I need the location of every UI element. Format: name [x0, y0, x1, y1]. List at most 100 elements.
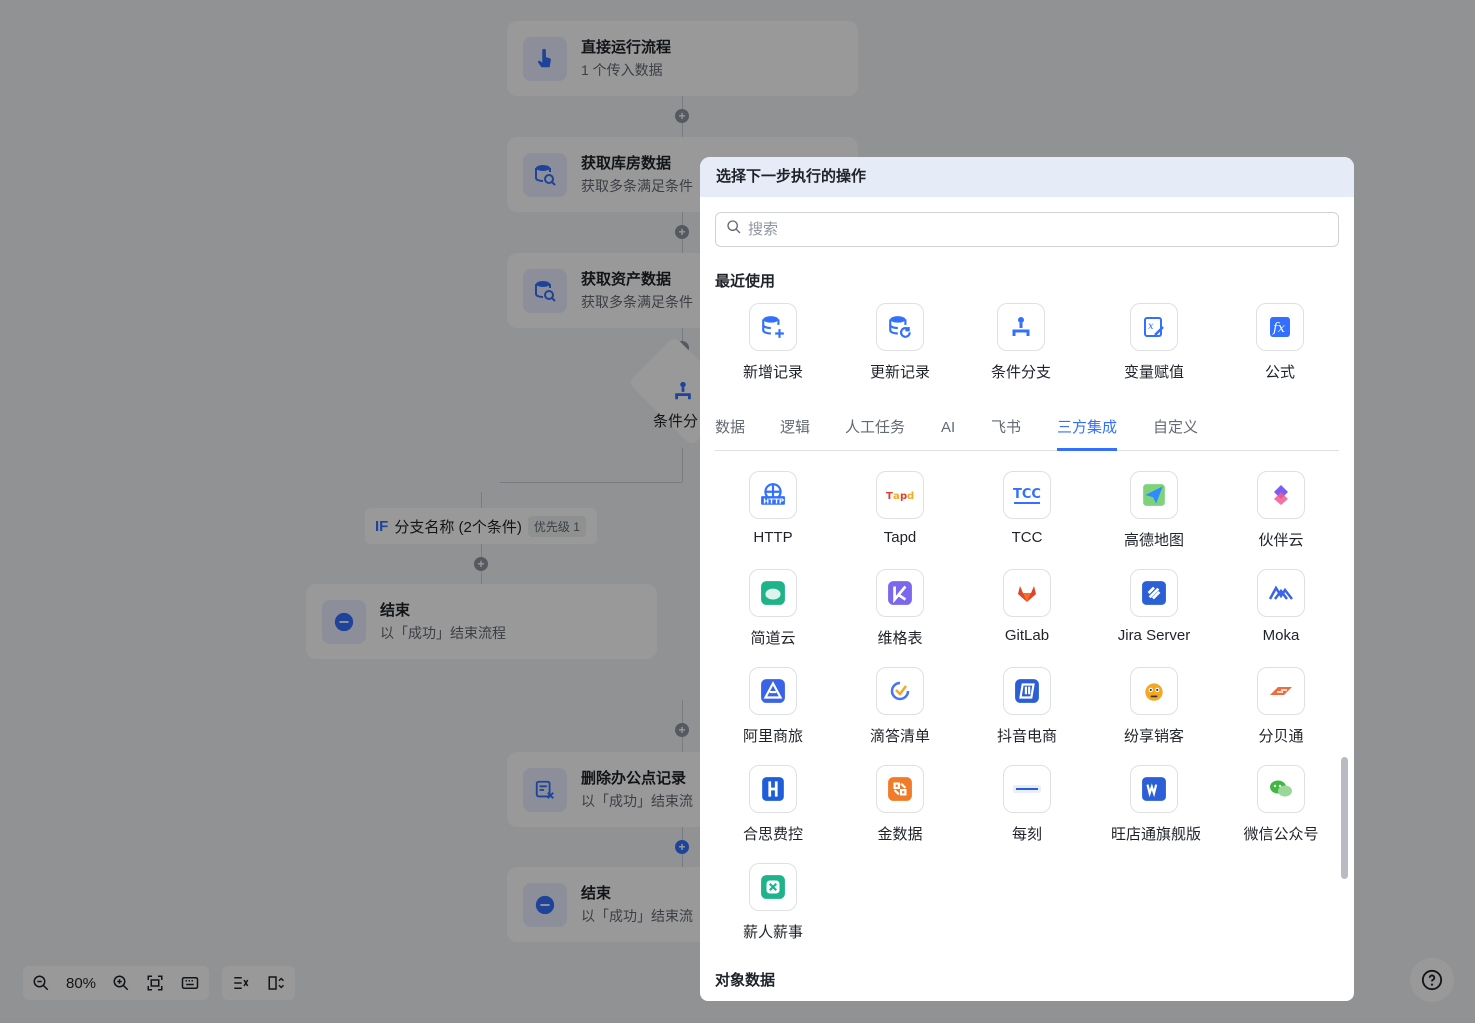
formula-icon: fx	[1256, 303, 1304, 351]
item-label: 高德地图	[1123, 532, 1184, 549]
integration-ticktick[interactable]: 滴答清单	[857, 667, 943, 765]
tab-logic[interactable]: 逻辑	[780, 415, 810, 451]
fenbeitong-icon	[1257, 667, 1305, 715]
panel-scrollbar[interactable]	[1341, 757, 1348, 879]
integration-alibtrip[interactable]: 阿里商旅	[730, 667, 816, 765]
jiandaoyun-icon	[749, 569, 797, 617]
alibtrip-icon	[749, 667, 797, 715]
integration-fenbeitong[interactable]: 分贝通	[1238, 667, 1324, 765]
maycur-icon	[1003, 765, 1051, 813]
integration-jiandaoyun[interactable]: 简道云	[730, 569, 816, 667]
item-label: 合思费控	[742, 826, 803, 843]
item-label: Moka	[1262, 627, 1300, 644]
panel-title: 选择下一步执行的操作	[700, 157, 1354, 197]
tcc-icon: TCC	[1003, 471, 1051, 519]
tab-third-party[interactable]: 三方集成	[1057, 415, 1118, 451]
tab-manual-task[interactable]: 人工任务	[845, 415, 905, 451]
item-label: 金数据	[877, 826, 923, 843]
item-label: 分贝通	[1258, 728, 1304, 745]
integration-tapd[interactable]: Ta p d Tapd	[857, 471, 943, 569]
tab-custom[interactable]: 自定义	[1153, 415, 1198, 451]
recent-update-record[interactable]: 更新记录	[857, 303, 943, 401]
integration-maycur[interactable]: 每刻	[984, 765, 1070, 863]
svg-text:d: d	[907, 491, 914, 502]
tapd-icon: Tapd	[876, 471, 924, 519]
amap-icon	[1130, 471, 1178, 519]
wangdiantong-icon	[1130, 765, 1178, 813]
item-label: 抖音电商	[996, 728, 1057, 745]
tab-ai[interactable]: AI	[941, 415, 955, 451]
item-label: 条件分支	[990, 364, 1051, 381]
douyin-shop-icon	[1003, 667, 1051, 715]
recent-title: 最近使用	[715, 273, 776, 290]
item-label: 简道云	[750, 630, 796, 647]
item-label: 阿里商旅	[742, 728, 803, 745]
update-record-icon	[876, 303, 924, 351]
integration-vika[interactable]: 维格表	[857, 569, 943, 667]
item-label: 伙伴云	[1258, 532, 1304, 549]
item-label: GitLab	[1004, 627, 1050, 644]
item-label: 公式	[1264, 364, 1295, 381]
item-label: 新增记录	[742, 364, 803, 381]
recent-formula[interactable]: fx 公式	[1237, 303, 1323, 401]
integration-douyin-shop[interactable]: 抖音电商	[984, 667, 1070, 765]
hose-icon	[749, 765, 797, 813]
item-label: 每刻	[1011, 826, 1042, 843]
svg-text:fx: fx	[1272, 321, 1286, 336]
jira-icon	[1130, 569, 1178, 617]
svg-text:TCC: TCC	[1013, 487, 1041, 502]
item-label: 薪人薪事	[742, 924, 803, 941]
svg-text:a: a	[893, 491, 900, 502]
branch-icon	[997, 303, 1045, 351]
ticktick-icon	[876, 667, 924, 715]
recent-add-record[interactable]: 新增记录	[730, 303, 816, 401]
item-label: 维格表	[877, 630, 923, 647]
wechat-icon	[1257, 765, 1305, 813]
item-label: TCC	[1011, 529, 1043, 546]
item-label: 旺店通旗舰版	[1111, 826, 1202, 843]
object-data-title: 对象数据	[715, 972, 776, 989]
integration-amap[interactable]: 高德地图	[1111, 471, 1197, 569]
search-icon	[726, 219, 742, 240]
recent-variable-assign[interactable]: x 变量赋值	[1111, 303, 1197, 401]
integration-wangdiantong[interactable]: 旺店通旗舰版	[1111, 765, 1202, 863]
search-input[interactable]	[748, 221, 1308, 238]
add-record-icon	[749, 303, 797, 351]
recent-condition-branch[interactable]: 条件分支	[978, 303, 1064, 401]
item-label: HTTP	[753, 529, 793, 546]
vika-icon	[876, 569, 924, 617]
integration-moka[interactable]: Moka	[1238, 569, 1324, 667]
jinshuju-icon	[876, 765, 924, 813]
integration-xinrenxinshi[interactable]: 薪人薪事	[730, 863, 816, 961]
fxiaoke-icon	[1130, 667, 1178, 715]
gitlab-icon	[1003, 569, 1051, 617]
search-box[interactable]	[715, 212, 1339, 247]
item-label: 变量赋值	[1123, 364, 1184, 381]
variable-icon: x	[1130, 303, 1178, 351]
integration-jira[interactable]: Jira Server	[1111, 569, 1197, 667]
svg-text:HTTP: HTTP	[763, 497, 784, 506]
next-step-panel: 选择下一步执行的操作 最近使用 新增记录 更新记录 条件分支 x 变量赋值 fx	[700, 157, 1354, 1001]
integration-tcc[interactable]: TCC TCC	[984, 471, 1070, 569]
item-label: 纷享销客	[1123, 728, 1184, 745]
tab-feishu[interactable]: 飞书	[991, 415, 1021, 451]
svg-text:T: T	[886, 491, 893, 502]
integration-jinshuju[interactable]: 金数据	[857, 765, 943, 863]
tab-data[interactable]: 数据	[715, 415, 745, 451]
item-label: 微信公众号	[1243, 826, 1319, 843]
moka-icon	[1257, 569, 1305, 617]
integration-wechat[interactable]: 微信公众号	[1238, 765, 1324, 863]
huoban-icon	[1257, 471, 1305, 519]
integration-huoban[interactable]: 伙伴云	[1238, 471, 1324, 569]
integration-gitlab[interactable]: GitLab	[984, 569, 1070, 667]
integration-fxiaoke[interactable]: 纷享销客	[1111, 667, 1197, 765]
item-label: Tapd	[883, 529, 917, 546]
svg-text:x: x	[1148, 321, 1154, 332]
integration-hose[interactable]: 合思费控	[730, 765, 816, 863]
xinrenxinshi-icon	[749, 863, 797, 911]
category-tabs: 数据 逻辑 人工任务 AI 飞书 三方集成 自定义	[715, 415, 1339, 451]
integration-http[interactable]: HTTP HTTP	[730, 471, 816, 569]
item-label: 更新记录	[869, 364, 930, 381]
item-label: 滴答清单	[869, 728, 930, 745]
item-label: Jira Server	[1117, 627, 1191, 644]
